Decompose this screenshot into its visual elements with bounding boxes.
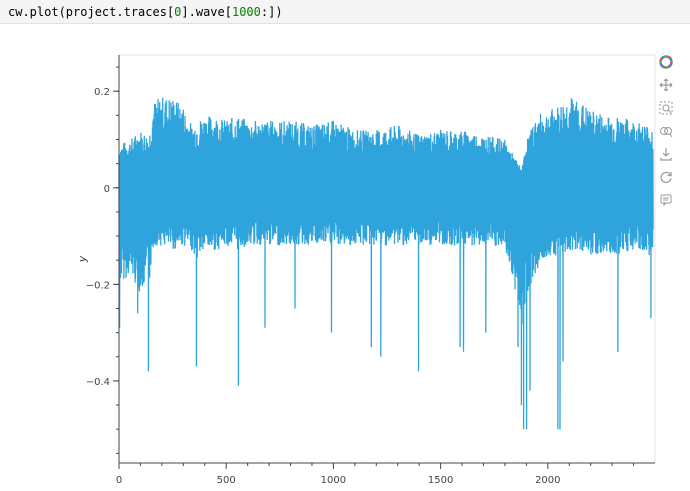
y-axis-ticks: 0.2 0 −0.2 −0.4 [86, 66, 119, 454]
x-tick-label: 1500 [428, 475, 453, 486]
plot-area[interactable]: 0.2 0 −0.2 −0.4 0 500 1000 1500 2000 y [0, 30, 690, 487]
plot-toolbar [655, 52, 677, 213]
box-zoom-icon[interactable] [656, 98, 676, 118]
x-tick-label: 500 [217, 475, 236, 486]
x-tick-label: 1000 [321, 475, 346, 486]
code-cell[interactable]: cw.plot(project.traces[0].wave[1000:]) [0, 0, 690, 24]
y-tick-label: −0.2 [86, 280, 110, 291]
y-tick-label: 0.2 [94, 87, 110, 98]
line-chart[interactable]: 0.2 0 −0.2 −0.4 0 500 1000 1500 2000 y [0, 30, 690, 487]
series-line [118, 97, 654, 430]
y-axis-label: y [76, 255, 89, 263]
series-group [118, 97, 654, 430]
save-icon[interactable] [656, 144, 676, 164]
code-suffix: :]) [260, 5, 283, 19]
x-axis-ticks: 0 500 1000 1500 2000 [116, 463, 635, 486]
reset-icon[interactable] [656, 167, 676, 187]
code-middle: ].wave[ [181, 5, 232, 19]
bokeh-logo-icon[interactable] [656, 52, 676, 72]
pan-icon[interactable] [656, 75, 676, 95]
code-prefix: cw.plot(project.traces[ [8, 5, 175, 19]
y-tick-label: −0.4 [86, 377, 110, 388]
y-tick-label: 0 [104, 184, 110, 195]
wheel-zoom-icon[interactable] [656, 121, 676, 141]
code-slice-start: 1000 [231, 5, 261, 19]
hover-icon[interactable] [656, 190, 676, 210]
x-tick-label: 0 [116, 475, 122, 486]
x-tick-label: 2000 [535, 475, 560, 486]
